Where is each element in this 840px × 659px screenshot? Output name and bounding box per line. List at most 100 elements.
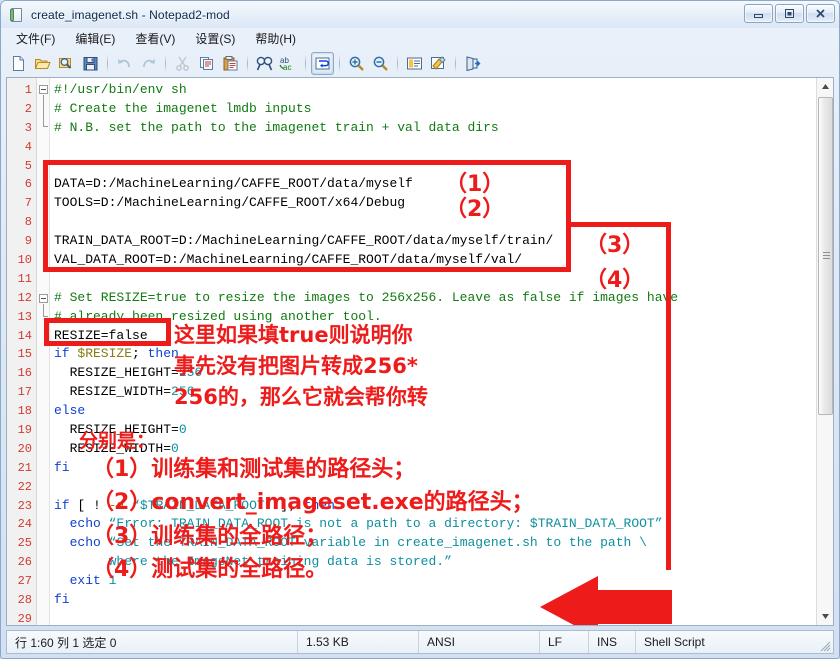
code-token: if bbox=[54, 497, 70, 513]
code-line[interactable] bbox=[54, 610, 833, 625]
restore-icon bbox=[785, 9, 794, 18]
toolbar-separator-3 bbox=[247, 55, 248, 72]
line-number: 23 bbox=[17, 498, 32, 513]
line-number: 5 bbox=[24, 158, 32, 173]
code-line[interactable]: where the ImageNet training data is stor… bbox=[54, 553, 833, 572]
find-button[interactable] bbox=[253, 52, 276, 75]
code-line[interactable] bbox=[54, 157, 833, 176]
code-line[interactable]: RESIZE_WIDTH=0 bbox=[54, 440, 833, 459]
line-number: 8 bbox=[24, 215, 32, 230]
code-line[interactable]: DATA=D:/MachineLearning/CAFFE_ROOT/data/… bbox=[54, 175, 833, 194]
minimize-button[interactable] bbox=[744, 4, 773, 23]
status-encoding[interactable]: ANSI bbox=[419, 631, 539, 653]
code-token: 1 bbox=[108, 573, 117, 589]
status-bar: 行 1:60 列 1 选定 0 1.53 KB ANSI LF INS Shel… bbox=[6, 630, 834, 654]
editor-area[interactable]: 1 2 3 4 5 6 7 8 9 10 11 12 13 14 15 16 17 18 19 20 21 22 23 24 2… bbox=[6, 77, 834, 626]
code-text[interactable]: #!/usr/bin/env sh # Create the imagenet l… bbox=[50, 78, 833, 625]
customize-button[interactable] bbox=[427, 52, 450, 75]
paste-button[interactable] bbox=[219, 52, 242, 75]
toolbar-separator-7 bbox=[455, 55, 456, 72]
code-line[interactable]: else bbox=[54, 402, 833, 421]
code-line[interactable]: TOOLS=D:/MachineLearning/CAFFE_ROOT/x64/… bbox=[54, 194, 833, 213]
code-line[interactable]: fi bbox=[54, 591, 833, 610]
replace-button[interactable]: ab ac bbox=[277, 52, 300, 75]
toolbar: ab ac bbox=[1, 50, 839, 77]
code-token: TOOLS=D:/MachineLearning/CAFFE_ROOT/x64/… bbox=[54, 195, 406, 211]
resize-grip-icon[interactable] bbox=[819, 640, 831, 652]
save-file-icon bbox=[83, 57, 98, 71]
code-token: RESIZE_HEIGHT= bbox=[54, 422, 179, 438]
notepad2-window: create_imagenet.sh - Notepad2-mod 文件(F) … bbox=[0, 0, 840, 659]
menu-edit[interactable]: 编辑(E) bbox=[66, 28, 124, 50]
code-line[interactable]: #!/usr/bin/env sh bbox=[54, 81, 833, 100]
code-line[interactable] bbox=[54, 270, 833, 289]
status-language[interactable]: Shell Script bbox=[636, 631, 713, 653]
undo-icon bbox=[118, 59, 130, 68]
code-line[interactable]: exit 1 bbox=[54, 572, 833, 591]
browse-file-button[interactable] bbox=[55, 52, 78, 75]
zoom-in-button[interactable] bbox=[345, 52, 368, 75]
code-line[interactable]: RESIZE=false bbox=[54, 327, 833, 346]
menu-view[interactable]: 查看(V) bbox=[126, 28, 184, 50]
code-line[interactable]: # Create the imagenet lmdb inputs bbox=[54, 100, 833, 119]
save-file-button[interactable] bbox=[79, 52, 102, 75]
code-line[interactable]: TRAIN_DATA_ROOT=D:/MachineLearning/CAFFE… bbox=[54, 232, 833, 251]
scrollbar-thumb[interactable] bbox=[818, 97, 833, 415]
cut-button[interactable] bbox=[171, 52, 194, 75]
code-token: DATA=D:/MachineLearning/CAFFE_ROOT/data/… bbox=[54, 176, 413, 192]
code-line[interactable]: if [ ! -d “$TRAIN_DATA_ROOT” ]; then bbox=[54, 497, 833, 516]
line-number: 14 bbox=[17, 328, 32, 343]
code-line[interactable]: VAL_DATA_ROOT=D:/MachineLearning/CAFFE_R… bbox=[54, 251, 833, 270]
cut-icon bbox=[176, 56, 189, 71]
code-token: “Set the TRAIN_DATA_ROOT variable in cre… bbox=[108, 535, 647, 551]
code-line[interactable] bbox=[54, 213, 833, 232]
scheme-icon bbox=[407, 57, 422, 70]
status-insert-mode[interactable]: INS bbox=[589, 631, 635, 653]
exit-button[interactable] bbox=[461, 52, 484, 75]
scroll-up-button[interactable] bbox=[817, 78, 833, 95]
open-file-icon bbox=[34, 59, 51, 69]
code-line[interactable]: echo “Set the TRAIN_DATA_ROOT variable i… bbox=[54, 534, 833, 553]
code-line[interactable]: RESIZE_HEIGHT=0 bbox=[54, 421, 833, 440]
fold-marker-line-1[interactable] bbox=[39, 85, 48, 94]
code-line[interactable]: # Set RESIZE=true to resize the images t… bbox=[54, 289, 833, 308]
menu-settings[interactable]: 设置(S) bbox=[186, 28, 244, 50]
scroll-down-button[interactable] bbox=[817, 608, 833, 625]
new-file-button[interactable] bbox=[7, 52, 30, 75]
code-line[interactable]: RESIZE_HEIGHT=256 bbox=[54, 364, 833, 383]
code-line[interactable]: RESIZE_WIDTH=256 bbox=[54, 383, 833, 402]
new-file-icon bbox=[13, 56, 24, 71]
scheme-button[interactable] bbox=[403, 52, 426, 75]
line-number: 12 bbox=[17, 290, 32, 305]
code-line[interactable] bbox=[54, 478, 833, 497]
menu-help[interactable]: 帮助(H) bbox=[246, 28, 305, 50]
code-line[interactable] bbox=[54, 138, 833, 157]
word-wrap-button[interactable] bbox=[311, 52, 334, 75]
redo-button[interactable] bbox=[137, 52, 160, 75]
code-token: exit bbox=[69, 573, 101, 589]
fold-margin[interactable] bbox=[37, 78, 50, 625]
status-line-ending[interactable]: LF bbox=[540, 631, 588, 653]
code-line[interactable]: if $RESIZE; then bbox=[54, 345, 833, 364]
zoom-out-button[interactable] bbox=[369, 52, 392, 75]
fold-marker-line-12[interactable] bbox=[39, 294, 48, 303]
menu-file[interactable]: 文件(F) bbox=[7, 28, 64, 50]
title-bar: create_imagenet.sh - Notepad2-mod bbox=[1, 1, 839, 28]
line-number: 21 bbox=[17, 460, 32, 475]
code-line[interactable]: echo “Error: TRAIN_DATA_ROOT is not a pa… bbox=[54, 515, 833, 534]
code-line[interactable]: # already been resized using another too… bbox=[54, 308, 833, 327]
line-number: 28 bbox=[17, 593, 32, 608]
code-line[interactable]: # N.B. set the path to the imagenet trai… bbox=[54, 119, 833, 138]
vertical-scrollbar[interactable] bbox=[816, 78, 833, 625]
customize-icon bbox=[431, 56, 446, 70]
open-file-button[interactable] bbox=[31, 52, 54, 75]
undo-button[interactable] bbox=[113, 52, 136, 75]
close-button[interactable] bbox=[806, 4, 835, 23]
code-token: fi bbox=[54, 459, 70, 475]
copy-button[interactable] bbox=[195, 52, 218, 75]
text-editor[interactable]: 1 2 3 4 5 6 7 8 9 10 11 12 13 14 15 16 17 18 19 20 21 22 23 24 2… bbox=[7, 78, 833, 625]
restore-button[interactable] bbox=[775, 4, 804, 23]
code-line[interactable]: fi bbox=[54, 459, 833, 478]
